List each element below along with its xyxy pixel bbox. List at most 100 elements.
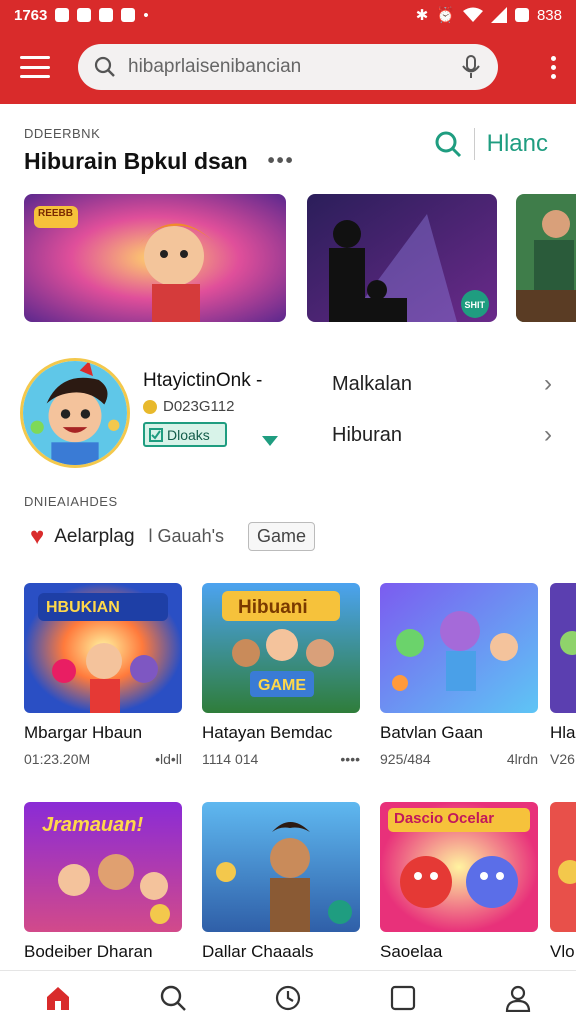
profile-icon [506, 985, 531, 1012]
search-icon[interactable] [434, 130, 462, 158]
dropdown-triangle-icon[interactable] [262, 436, 278, 446]
filter-row: ♥ Aelarplag l Gauah's Game [30, 522, 316, 551]
bluetooth-icon: ✱ [415, 7, 429, 24]
chevron-right-icon: › [544, 370, 552, 397]
game-card[interactable]: Vlo [550, 802, 576, 962]
profile-badge[interactable]: Dloaks [143, 422, 227, 447]
game-title: Vlo [550, 942, 575, 961]
status-time: 1763 [14, 6, 48, 24]
game-stat: •ld•ll [155, 751, 182, 767]
game-card[interactable]: Batvlan Gaan 925/484 4lrdn [380, 583, 538, 767]
game-banner-text: HBUKIAN [46, 599, 120, 616]
header-link[interactable]: Hlanc [487, 130, 548, 158]
game-title: Bodeiber Dharan [24, 942, 153, 961]
battery-level: 838 [536, 6, 562, 24]
nav-home[interactable] [28, 976, 88, 1020]
menu-item-malkalan[interactable]: Malkalan › [332, 370, 552, 398]
game-thumbnail [380, 583, 538, 713]
game-size: 925/484 [380, 751, 431, 767]
banner-card[interactable]: SHIT [307, 194, 497, 322]
nav-profile[interactable] [488, 976, 548, 1020]
game-title: Hlal [550, 723, 576, 742]
menu-icon[interactable] [20, 56, 50, 78]
status-bar: 1763 • ✱ ⏰ 838 [0, 0, 576, 30]
clock-icon [275, 985, 301, 1010]
notification-icon [55, 8, 70, 22]
game-size: 01:23.20M [24, 751, 91, 767]
menu-item-label: Hiburan [332, 423, 403, 446]
game-card[interactable]: Dascio Ocelar Saoelaa [380, 802, 538, 962]
game-meta: V26 [550, 751, 576, 767]
profile-coins: D023G112 [143, 398, 234, 415]
more-dots-icon[interactable]: ••• [268, 150, 295, 173]
home-icon [46, 986, 69, 1010]
game-thumbnail [202, 802, 360, 932]
nav-search[interactable] [143, 976, 203, 1020]
filters-overline: DNIEAIAHDES [24, 494, 118, 509]
search-bar[interactable]: hibaprlaisenibancian [78, 44, 498, 90]
game-card[interactable]: Dallar Chaaals [202, 802, 360, 962]
profile-badge-label: Dloaks [167, 426, 210, 443]
banner-badge: SHIT [464, 300, 485, 310]
filter-primary[interactable]: Aelarplag [54, 526, 134, 548]
coin-icon [143, 399, 157, 414]
nav-library[interactable] [373, 976, 433, 1020]
more-options-icon[interactable] [551, 55, 556, 79]
game-card[interactable]: Hibuani GAME Hatayan Bemdac 1114 014 •••… [202, 583, 360, 767]
mic-icon[interactable] [460, 55, 482, 79]
signal-icon [490, 7, 507, 23]
search-icon [160, 985, 186, 1011]
filter-secondary[interactable]: l Gauah's [149, 526, 224, 547]
game-filter-button[interactable]: Game [248, 522, 316, 551]
game-stat: •••• [340, 751, 360, 767]
square-icon [391, 985, 416, 1010]
banner-badge: REEBB [38, 208, 74, 219]
game-title: Hatayan Bemdac [202, 723, 333, 742]
game-title: Mbargar Hbaun [24, 723, 143, 742]
game-banner-text: Dascio Ocelar [394, 810, 495, 827]
coin-value: D023G112 [163, 398, 235, 415]
game-meta: 01:23.20M •ld•ll [24, 751, 182, 767]
notification-icon [77, 8, 92, 22]
section-overline: DDEERBNK [24, 126, 101, 141]
game-banner-text: Jramauan! [42, 814, 144, 836]
game-size: V26 [550, 751, 575, 767]
game-card[interactable]: Jramauan! Bodeiber Dharan [24, 802, 182, 962]
heart-icon: ♥ [30, 522, 45, 550]
dot-icon: • [143, 6, 149, 24]
battery-icon [514, 8, 529, 22]
game-title: Saoelaa [380, 942, 443, 961]
notification-icon [99, 8, 114, 22]
game-stat: 4lrdn [506, 751, 538, 767]
game-meta: 1114 014 •••• [202, 751, 360, 767]
game-card[interactable]: Hlal V26 [550, 583, 576, 767]
app-bar: hibaprlaisenibancian [0, 30, 576, 104]
notification-icon [121, 8, 136, 22]
game-banner-subtext: GAME [258, 677, 306, 694]
game-title: Dallar Chaaals [202, 942, 314, 961]
bottom-navigation [0, 970, 576, 1024]
game-title: Batvlan Gaan [380, 723, 484, 742]
check-icon [149, 427, 163, 442]
game-card[interactable]: HBUKIAN Mbargar Hbaun 01:23.20M •ld•ll [24, 583, 182, 767]
alarm-icon: ⏰ [436, 7, 455, 24]
section-title: Hiburain Bpkul dsan [24, 148, 248, 174]
game-thumbnail [550, 802, 576, 932]
chevron-right-icon: › [544, 421, 552, 448]
game-size: 1114 014 [202, 751, 259, 767]
wifi-icon [462, 7, 483, 22]
banner-card[interactable]: REEBB [24, 194, 286, 322]
menu-item-label: Malkalan [332, 372, 413, 395]
section-title-row: Hiburain Bpkul dsan ••• [24, 148, 295, 175]
game-banner-text: Hibuani [238, 597, 308, 618]
search-input[interactable]: hibaprlaisenibancian [128, 56, 460, 78]
divider [473, 128, 475, 160]
search-icon [94, 56, 115, 77]
header-actions: Hlanc [434, 128, 548, 160]
avatar[interactable] [20, 358, 130, 468]
banner-card[interactable] [516, 194, 576, 322]
menu-item-hiburan[interactable]: Hiburan › [332, 421, 552, 449]
profile-name: HtayictinOnk - [143, 370, 263, 391]
nav-history[interactable] [258, 976, 318, 1020]
game-meta: 925/484 4lrdn [380, 751, 538, 767]
